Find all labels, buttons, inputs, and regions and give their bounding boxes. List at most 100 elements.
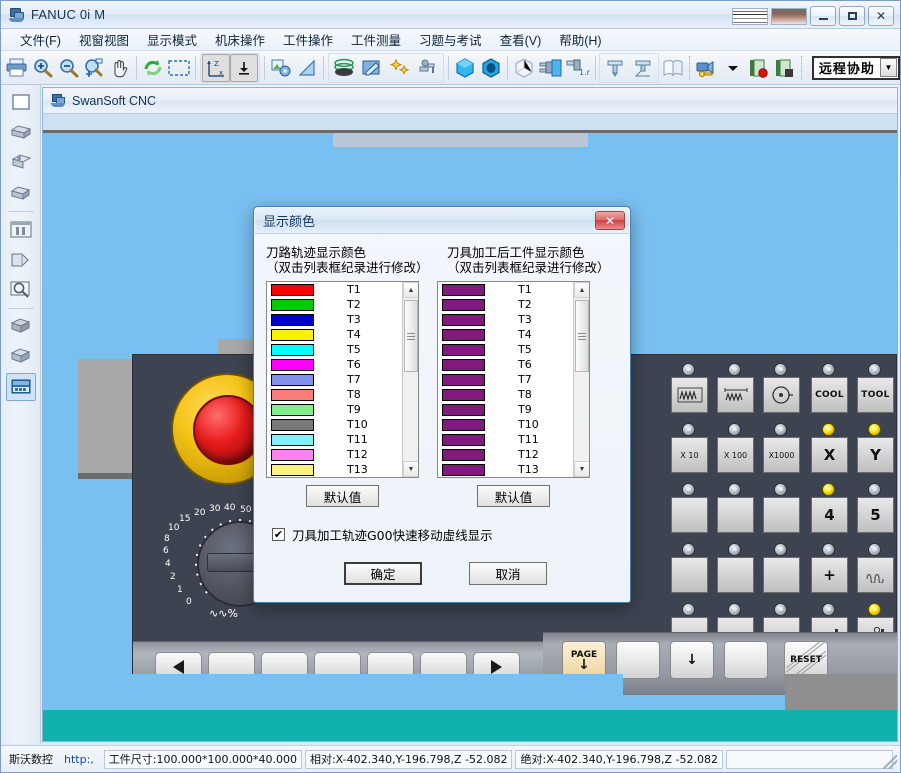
key-blank-1[interactable] [669, 483, 709, 535]
menu-item-file[interactable]: 文件(F) [11, 28, 70, 51]
scroll-up-icon[interactable]: ▲ [574, 282, 589, 298]
list-item[interactable]: T11 [267, 432, 403, 447]
scroll-down-icon[interactable]: ▼ [403, 461, 418, 477]
key-blank-5[interactable] [715, 543, 755, 595]
list-item[interactable]: T2 [438, 297, 574, 312]
key-x10[interactable]: X 10 [669, 423, 709, 475]
menu-item-exercises-exams[interactable]: 习题与考试 [410, 28, 491, 51]
key-cool[interactable]: COOL [809, 363, 849, 415]
key-blank-2[interactable] [715, 483, 755, 535]
color-swatch[interactable] [442, 313, 485, 326]
remote-assist-combobox[interactable]: 远程协助 ▼ [811, 55, 901, 80]
minimize-button[interactable] [810, 6, 836, 26]
zoom-in-icon[interactable] [31, 54, 56, 82]
coolant-tap-icon[interactable] [414, 54, 442, 82]
stars-icon[interactable] [386, 54, 414, 82]
tool-t-icon[interactable] [601, 54, 629, 82]
dialog-close-button[interactable]: ✕ [595, 211, 625, 230]
color-swatch[interactable] [271, 313, 314, 326]
list-item[interactable]: T11 [438, 432, 574, 447]
list-item[interactable]: T4 [438, 327, 574, 342]
machine-select-icon[interactable] [6, 216, 36, 244]
list-item[interactable]: T12 [438, 447, 574, 462]
key-cap[interactable]: X [811, 437, 848, 473]
zoom-out-icon[interactable] [56, 54, 81, 82]
import-icon[interactable] [6, 313, 36, 341]
menu-item-workpiece-measure[interactable]: 工件测量 [342, 28, 410, 51]
color-swatch[interactable] [271, 388, 314, 401]
menu-item-display-mode[interactable]: 显示模式 [138, 28, 206, 51]
maximize-button[interactable] [839, 6, 865, 26]
color-swatch[interactable] [442, 328, 485, 341]
key-cap[interactable] [763, 557, 800, 593]
key-jog-wave-bracket[interactable] [715, 363, 755, 415]
stop-record-icon[interactable] [772, 54, 797, 82]
color-swatch[interactable] [271, 328, 314, 341]
clamp-icon[interactable] [538, 54, 564, 82]
key-cap[interactable]: TOOL [857, 377, 894, 413]
chevron-down-icon[interactable] [230, 53, 259, 82]
color-swatch[interactable] [271, 358, 314, 371]
key-tool[interactable]: TOOL [855, 363, 895, 415]
list-item[interactable]: T7 [267, 372, 403, 387]
list-item[interactable]: T10 [267, 417, 403, 432]
list-item[interactable]: T9 [438, 402, 574, 417]
workpiece-icon[interactable] [6, 246, 36, 274]
cursor-down-key[interactable]: ↓ [670, 641, 714, 679]
wire-cube-icon[interactable] [512, 54, 537, 82]
key-cap[interactable] [717, 497, 754, 533]
chevron-down-icon-3[interactable]: ▼ [880, 58, 898, 77]
list-item[interactable]: T1 [438, 282, 574, 297]
measure-1n-icon[interactable]: 1.n [565, 54, 591, 82]
preview-thumbnail-1[interactable] [732, 7, 768, 25]
color-swatch[interactable] [442, 298, 485, 311]
color-swatch[interactable] [442, 433, 485, 446]
select-region-icon[interactable] [167, 54, 192, 82]
g00-dashed-checkbox-row[interactable]: ✔ 刀具加工轨迹G00快速移动虚线显示 [272, 525, 618, 544]
key-cap[interactable]: 4 [811, 497, 848, 533]
workpiece-scrollbar[interactable]: ▲ ▼ [573, 282, 589, 477]
save-as-icon[interactable] [6, 179, 36, 207]
scroll-up-icon[interactable]: ▲ [403, 282, 418, 298]
color-swatch[interactable] [271, 283, 314, 296]
key-cap[interactable]: 5 [857, 497, 894, 533]
list-item[interactable]: T9 [267, 402, 403, 417]
key-axis-4[interactable]: 4 [809, 483, 849, 535]
key-axis-y[interactable]: Y [855, 423, 895, 475]
key-axis-5[interactable]: 5 [855, 483, 895, 535]
g00-dashed-checkbox[interactable]: ✔ [272, 528, 285, 541]
color-swatch[interactable] [271, 448, 314, 461]
brand-link[interactable]: http:, [64, 753, 94, 766]
color-swatch[interactable] [442, 403, 485, 416]
chevron-down-icon-2[interactable] [721, 54, 746, 82]
zoom-window-icon[interactable] [82, 54, 107, 82]
list-item[interactable]: T2 [267, 297, 403, 312]
workpiece-color-listbox[interactable]: T1 T2 T3 T4 T5 T6 T7 T8 T9 T10 T11 T12 T13 ▲ ▼ [437, 281, 590, 478]
key-cap[interactable]: Y [857, 437, 894, 473]
list-item[interactable]: T8 [438, 387, 574, 402]
new-file-icon[interactable] [6, 89, 36, 117]
key-cap[interactable] [717, 377, 754, 413]
key-rapid-wave[interactable] [855, 543, 895, 595]
left-default-button[interactable]: 默认值 [306, 485, 379, 507]
key-axis-x[interactable]: X [809, 423, 849, 475]
color-swatch[interactable] [442, 283, 485, 296]
blank-key-2[interactable] [724, 641, 768, 679]
list-item[interactable]: T7 [438, 372, 574, 387]
menu-item-view[interactable]: 查看(V) [491, 28, 551, 51]
solid-cube-filled-icon[interactable] [478, 54, 503, 82]
key-handwheel[interactable] [761, 363, 801, 415]
book-icon[interactable] [660, 54, 685, 82]
axis-zx-icon[interactable]: Zx [202, 53, 231, 82]
record-icon[interactable] [747, 54, 772, 82]
key-blank-4[interactable] [669, 543, 709, 595]
right-default-button[interactable]: 默认值 [477, 485, 550, 507]
color-swatch[interactable] [442, 448, 485, 461]
color-swatch[interactable] [271, 403, 314, 416]
key-jog-wave[interactable] [669, 363, 709, 415]
menu-item-help[interactable]: 帮助(H) [550, 28, 610, 51]
list-item[interactable]: T1 [267, 282, 403, 297]
pan-hand-icon[interactable] [107, 54, 132, 82]
menu-item-machine-operation[interactable]: 机床操作 [206, 28, 274, 51]
color-swatch[interactable] [442, 418, 485, 431]
